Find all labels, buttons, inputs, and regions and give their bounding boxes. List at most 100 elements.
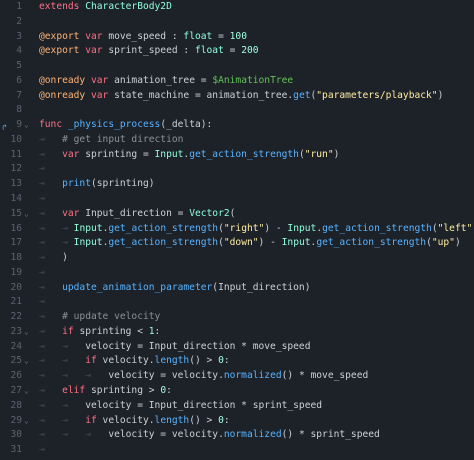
keyword: if xyxy=(85,414,97,426)
parameters: (_delta): xyxy=(160,119,213,131)
comment: # get input direction xyxy=(62,133,184,145)
annotation: @export xyxy=(39,45,80,57)
tab-arrow-icon: ⇥ xyxy=(39,163,45,175)
function-call: normalized xyxy=(223,370,282,382)
code-line[interactable]: 26 ⇥ ⇥ ⇥ velocity = velocity.normalized(… xyxy=(0,369,474,384)
statement: () * move_speed xyxy=(281,370,369,382)
paren: ) xyxy=(62,252,68,264)
line-number: 2 xyxy=(16,15,22,27)
function-call: get_action_strength xyxy=(322,222,432,234)
line-number: 14 xyxy=(10,193,22,204)
code-line[interactable]: 23 ⌄ ⇥ if sprinting < 1: xyxy=(0,325,474,340)
code-line[interactable]: 1 extends CharacterBody2D xyxy=(0,0,474,15)
class-name: Input xyxy=(154,148,184,160)
string-literal: "parameters/playback" xyxy=(316,89,438,101)
code-line[interactable]: 31 ⇥ xyxy=(0,443,474,458)
code-line[interactable]: 14 ⇥ xyxy=(0,192,474,207)
string-literal: "left" xyxy=(437,222,473,234)
string-literal: "down" xyxy=(223,237,259,249)
code-line[interactable]: 13 ⇥ print(sprinting) xyxy=(0,177,474,192)
chevron-down-icon[interactable]: ⌄ xyxy=(24,325,34,340)
code-line[interactable]: 29 ⌄ ⇥ ⇥ if velocity.length() > 0: xyxy=(0,414,474,429)
code-line[interactable]: 24 ⇥ ⇥ velocity = Input_direction * move… xyxy=(0,340,474,355)
code-line[interactable]: 16 ⇥ ⇥ Input.get_action_strength("right"… xyxy=(0,222,474,237)
tab-arrow-icon: ⇥ xyxy=(39,252,45,264)
line-number: 7 xyxy=(16,89,22,101)
identifier: animation_tree = xyxy=(114,74,213,86)
code-line[interactable]: 27 ⌄ ⇥ elif sprinting > 0: xyxy=(0,384,474,399)
line-number: 30 xyxy=(10,429,22,441)
code-line[interactable]: 2 xyxy=(0,15,474,30)
code-line[interactable]: 17 ⇥ ⇥ Input.get_action_strength("down")… xyxy=(0,236,474,251)
code-line[interactable]: 12 ⇥ xyxy=(0,162,474,177)
paren: ) xyxy=(333,148,340,160)
code-editor[interactable]: 1 extends CharacterBody2D 2 3 @export va… xyxy=(0,0,474,460)
line-number: 29 xyxy=(10,414,22,426)
code-line[interactable]: 19 ⇥ xyxy=(0,266,474,281)
operator: ) - xyxy=(264,222,288,234)
keyword: var xyxy=(62,148,80,160)
tab-arrow-icon: ⇥ xyxy=(62,340,68,352)
line-number: 10 xyxy=(10,133,22,145)
expression: sprinting > xyxy=(85,385,161,397)
code-line[interactable]: 10 ⇥ # get input direction xyxy=(0,133,474,148)
operator: = xyxy=(223,45,242,57)
code-line[interactable]: ↱ 9 ⌄ func _physics_process(_delta): xyxy=(0,118,474,133)
chevron-down-icon[interactable]: ⌄ xyxy=(24,414,34,429)
node-path: $AnimationTree xyxy=(212,74,294,86)
annotation: @export xyxy=(39,30,80,42)
code-line[interactable]: 3 @export var move_speed : float = 100 xyxy=(0,30,474,45)
keyword: func xyxy=(39,119,63,131)
code-line[interactable]: 28 ⇥ ⇥ velocity = Input_direction * spri… xyxy=(0,399,474,414)
code-line[interactable]: 21 ⇥ xyxy=(0,295,474,310)
code-line[interactable]: 20 ⇥ update_animation_parameter(Input_di… xyxy=(0,281,474,296)
line-number: 6 xyxy=(16,74,22,86)
code-line[interactable]: 11 ⇥ var sprinting = Input.get_action_st… xyxy=(0,148,474,163)
code-line[interactable]: 15 ⌄ ⇥ var Input_direction = Vector2( xyxy=(0,207,474,222)
chevron-down-icon[interactable]: ⌄ xyxy=(24,354,34,369)
keyword: var xyxy=(85,45,103,57)
code-line[interactable]: 6 @onready var animation_tree = $Animati… xyxy=(0,74,474,89)
function-call: length xyxy=(154,414,190,426)
paren: ) xyxy=(454,237,461,249)
tab-arrow-icon: ⇥ xyxy=(39,325,45,337)
code-line[interactable]: 7 @onready var state_machine = animation… xyxy=(0,89,474,104)
comment: # update velocity xyxy=(62,311,161,323)
identifier: state_machine = animation_tree. xyxy=(114,89,294,101)
keyword: var xyxy=(62,207,80,219)
tab-arrow-icon: ⇥ xyxy=(39,311,45,323)
chevron-down-icon[interactable]: ⌄ xyxy=(24,118,34,133)
line-number: 16 xyxy=(10,222,22,234)
line-number: 9 xyxy=(16,119,22,131)
tab-arrow-icon: ⇥ xyxy=(85,429,91,441)
code-line[interactable]: 25 ⌄ ⇥ ⇥ if velocity.length() > 0: xyxy=(0,354,474,369)
tab-arrow-icon: ⇥ xyxy=(39,370,45,382)
line-number: 19 xyxy=(10,266,22,278)
chevron-down-icon[interactable]: ⌄ xyxy=(24,207,34,222)
line-number: 3 xyxy=(16,30,22,42)
colon: : xyxy=(223,355,230,367)
tab-arrow-icon: ⇥ xyxy=(39,193,45,204)
code-line[interactable]: 22 ⇥ # update velocity xyxy=(0,310,474,325)
string-literal: "run" xyxy=(304,148,334,160)
code-line[interactable]: 4 @export var sprint_speed : float = 200 xyxy=(0,44,474,59)
function-call: get xyxy=(293,89,311,101)
function-call: get_action_strength xyxy=(108,222,219,234)
line-number: 5 xyxy=(16,60,22,72)
code-line[interactable]: 8 xyxy=(0,103,474,118)
line-number: 21 xyxy=(10,296,22,308)
code-line[interactable]: 5 xyxy=(0,59,474,74)
function-name: _physics_process xyxy=(67,119,161,131)
identifier: sprint_speed : xyxy=(108,45,195,57)
class-name: Input xyxy=(73,222,103,234)
line-number: 18 xyxy=(10,252,22,264)
tab-arrow-icon: ⇥ xyxy=(39,296,45,308)
chevron-down-icon[interactable]: ⌄ xyxy=(24,384,34,399)
statement: velocity = velocity. xyxy=(108,370,224,382)
tab-arrow-icon: ⇥ xyxy=(39,429,45,441)
code-line[interactable]: 18 ⇥ ) xyxy=(0,251,474,266)
tab-arrow-icon: ⇥ xyxy=(85,370,91,382)
expression: () > xyxy=(189,414,219,426)
code-line[interactable]: 30 ⇥ ⇥ ⇥ velocity = velocity.normalized(… xyxy=(0,428,474,443)
line-number: 13 xyxy=(10,178,22,190)
